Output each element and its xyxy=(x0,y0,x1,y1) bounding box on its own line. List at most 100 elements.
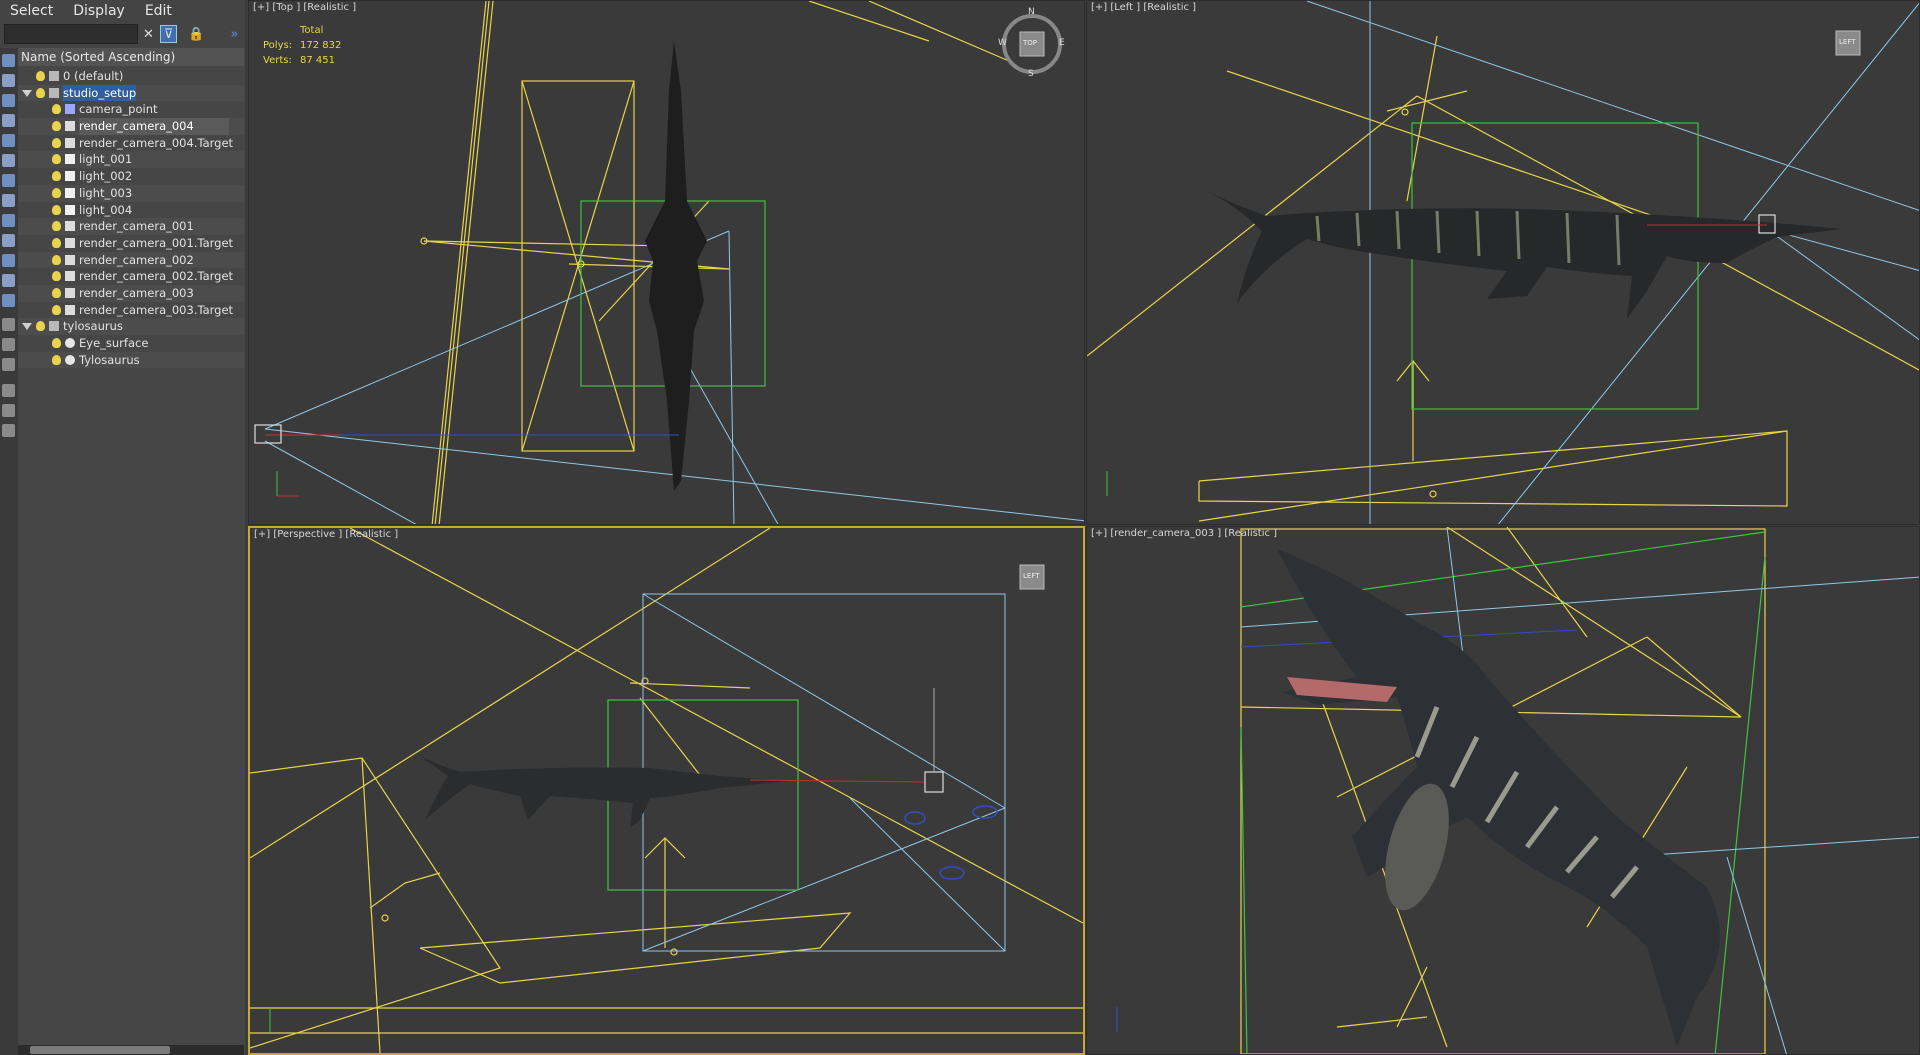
display-lights-icon[interactable] xyxy=(2,114,15,127)
layers-toggle-icon[interactable] xyxy=(2,424,15,437)
compass-s[interactable]: S xyxy=(1028,69,1034,79)
lock-icon[interactable]: 🔒 xyxy=(188,25,205,43)
compass-n[interactable]: N xyxy=(1028,7,1035,17)
tree-row-label: render_camera_003 xyxy=(79,285,194,300)
camera-icon xyxy=(65,237,75,248)
explorer-toolbar xyxy=(0,48,18,1055)
filter-funnel-icon[interactable] xyxy=(2,384,15,397)
tree-row-label: studio_setup xyxy=(63,84,137,102)
viewcube-perspective-face[interactable]: LEFT xyxy=(1023,572,1040,580)
scrollbar-thumb[interactable] xyxy=(30,1046,170,1054)
visibility-bulb-icon[interactable] xyxy=(52,287,61,298)
invert-display-icon[interactable] xyxy=(2,338,15,351)
sort-column-header[interactable]: Name (Sorted Ascending) xyxy=(18,48,244,66)
visibility-bulb-icon[interactable] xyxy=(36,321,45,332)
tree-row[interactable]: Eye_surface xyxy=(18,335,244,352)
visibility-bulb-icon[interactable] xyxy=(52,204,61,215)
compass-w[interactable]: W xyxy=(998,38,1007,48)
tree-row-label: render_camera_001.Target xyxy=(79,235,234,250)
display-geometry-icon[interactable] xyxy=(2,74,15,87)
tree-row[interactable]: light_002 xyxy=(18,168,244,185)
tree-row[interactable]: render_camera_001 xyxy=(18,218,244,235)
tree-row[interactable]: render_camera_004.Target xyxy=(18,135,244,152)
layer-icon xyxy=(49,71,59,81)
display-spacewarps-icon[interactable] xyxy=(2,174,15,187)
visibility-bulb-icon[interactable] xyxy=(52,187,61,198)
viewport-perspective-label[interactable]: [+] [Perspective ] [Realistic ] xyxy=(254,529,398,540)
menu-select[interactable]: Select xyxy=(0,0,63,22)
viewport-top-label[interactable]: [+] [Top ] [Realistic ] xyxy=(253,2,356,13)
display-containers-icon[interactable] xyxy=(2,254,15,267)
viewport-top[interactable]: [+] [Top ] [Realistic ] Total Polys: 172 … xyxy=(248,0,1085,525)
display-hidden-icon[interactable] xyxy=(2,294,15,307)
geometry-icon xyxy=(65,338,75,348)
tree-row[interactable]: Tylosaurus xyxy=(18,351,244,369)
expand-arrow-icon[interactable] xyxy=(22,323,32,331)
visibility-bulb-icon[interactable] xyxy=(52,271,61,282)
viewport-perspective[interactable]: [+] [Perspective ] [Realistic ] LEFT xyxy=(248,526,1085,1055)
visibility-bulb-icon[interactable] xyxy=(52,254,61,265)
tree-row[interactable]: render_camera_002.Target xyxy=(18,268,244,285)
tree-row[interactable]: light_003 xyxy=(18,184,244,202)
visibility-bulb-icon[interactable] xyxy=(52,338,61,348)
viewcube-top-face[interactable]: TOP xyxy=(1023,39,1037,47)
viewport-left[interactable]: [+] [Left ] [Realistic ] LEFT xyxy=(1086,0,1920,525)
compass-e[interactable]: E xyxy=(1059,38,1065,48)
menu-display[interactable]: Display xyxy=(63,0,135,22)
display-all-icon[interactable] xyxy=(2,318,15,331)
filter-icon[interactable]: ⊽ xyxy=(160,25,177,43)
display-cameras-icon[interactable] xyxy=(2,134,15,147)
hierarchy-icon[interactable] xyxy=(2,404,15,417)
search-input[interactable] xyxy=(4,24,138,44)
camera-icon xyxy=(65,254,75,265)
tree-row[interactable]: render_camera_002 xyxy=(18,251,244,269)
tree-row[interactable]: camera_point xyxy=(18,101,244,118)
display-none-icon[interactable] xyxy=(2,54,15,67)
viewport-render-camera-003[interactable]: [+] [render_camera_003 ] [Realistic ] xyxy=(1086,526,1920,1055)
visibility-bulb-icon[interactable] xyxy=(52,137,61,148)
tylosaurus-side-view xyxy=(1207,191,1842,319)
visibility-bulb-icon[interactable] xyxy=(52,354,61,365)
visibility-bulb-icon[interactable] xyxy=(36,87,45,98)
display-helpers-icon[interactable] xyxy=(2,154,15,167)
clear-search-icon[interactable]: ✕ xyxy=(140,25,157,43)
display-none-toggle-icon[interactable] xyxy=(2,358,15,371)
viewport-camera-label[interactable]: [+] [render_camera_003 ] [Realistic ] xyxy=(1091,528,1277,539)
tree-row-label: render_camera_002.Target xyxy=(79,269,234,284)
tree-row[interactable]: render_camera_004 xyxy=(18,118,244,135)
tree-row[interactable]: tylosaurus xyxy=(18,318,244,335)
visibility-bulb-icon[interactable] xyxy=(52,237,61,248)
visibility-bulb-icon[interactable] xyxy=(52,121,61,132)
stats-verts-label: Verts: xyxy=(263,55,292,66)
visibility-bulb-icon[interactable] xyxy=(52,154,61,165)
tree-row[interactable]: render_camera_001.Target xyxy=(18,235,244,252)
display-frozen-icon[interactable] xyxy=(2,274,15,287)
visibility-bulb-icon[interactable] xyxy=(52,304,61,315)
tylosaurus-perspective xyxy=(412,750,790,828)
viewcube-left-face[interactable]: LEFT xyxy=(1839,38,1856,46)
display-xrefs-icon[interactable] xyxy=(2,214,15,227)
tree-row-label: render_camera_004.Target xyxy=(79,135,234,150)
display-bones-icon[interactable] xyxy=(2,234,15,247)
tree-row-label: render_camera_003.Target xyxy=(79,302,234,317)
tree-row[interactable]: light_004 xyxy=(18,202,244,219)
visibility-bulb-icon[interactable] xyxy=(52,221,61,232)
expand-panel-icon[interactable]: » xyxy=(226,25,243,43)
tree-row-label: Eye_surface xyxy=(79,336,149,350)
viewport-left-label[interactable]: [+] [Left ] [Realistic ] xyxy=(1091,2,1196,13)
display-shapes-icon[interactable] xyxy=(2,94,15,107)
visibility-bulb-icon[interactable] xyxy=(36,71,45,81)
visibility-bulb-icon[interactable] xyxy=(52,104,61,115)
tree-row[interactable]: render_camera_003.Target xyxy=(18,302,244,319)
horizontal-scrollbar[interactable] xyxy=(18,1045,244,1055)
tree-row[interactable]: 0 (default) xyxy=(18,68,244,85)
menu-edit[interactable]: Edit xyxy=(135,0,182,22)
tree-row[interactable]: light_001 xyxy=(18,151,244,169)
visibility-bulb-icon[interactable] xyxy=(52,171,61,182)
expand-arrow-icon[interactable] xyxy=(22,89,32,97)
perspective-view-canvas xyxy=(250,528,1083,1053)
tree-row[interactable]: render_camera_003 xyxy=(18,284,244,302)
layer-icon xyxy=(49,87,59,98)
tree-row[interactable]: studio_setup xyxy=(18,84,244,102)
display-groups-icon[interactable] xyxy=(2,194,15,207)
